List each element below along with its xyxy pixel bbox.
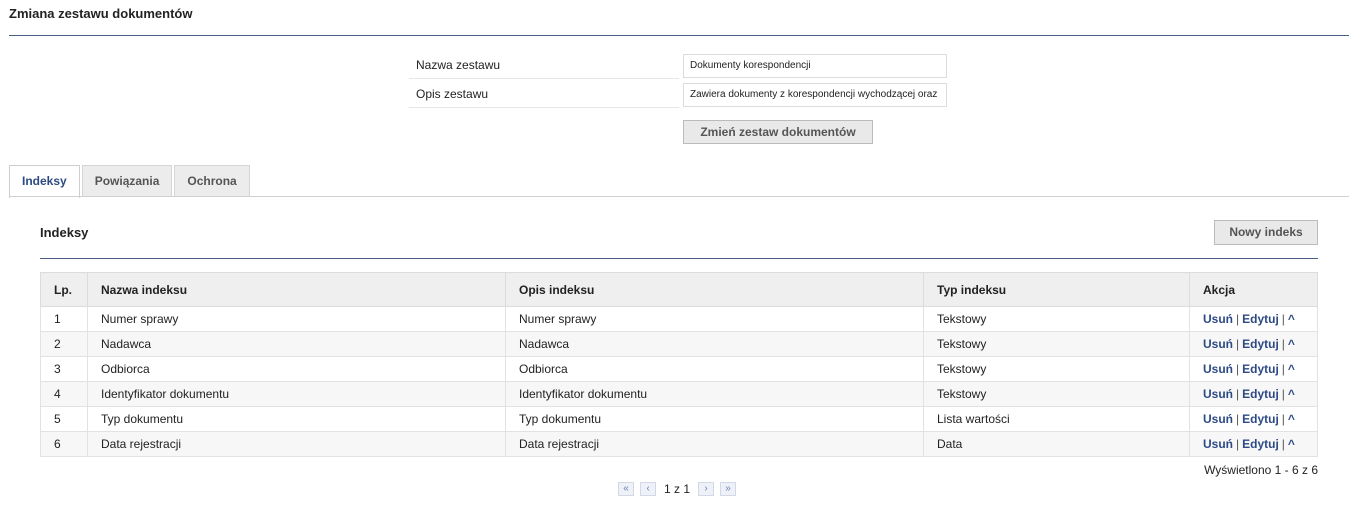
next-page-icon[interactable]: ›: [698, 482, 715, 496]
row-name: Nadawca: [87, 331, 506, 357]
table-row: 3 Odbiorca Odbiorca Tekstowy Usuń | Edytuj…: [40, 356, 1318, 382]
row-type: Tekstowy: [923, 381, 1190, 407]
move-up-link[interactable]: ^: [1288, 412, 1295, 426]
action-separator: |: [1281, 437, 1285, 451]
row-description: Odbiorca: [505, 356, 924, 382]
previous-page-icon[interactable]: ‹: [640, 482, 656, 496]
set-name-label: Nazwa zestawu: [409, 53, 679, 79]
row-type: Tekstowy: [923, 306, 1190, 332]
set-form: Nazwa zestawu Opis zestawu: [409, 53, 947, 108]
row-name: Numer sprawy: [87, 306, 506, 332]
set-name-input[interactable]: [683, 53, 947, 78]
row-name: Identyfikator dokumentu: [87, 381, 506, 407]
action-separator: |: [1281, 362, 1285, 376]
pagination: « ‹ 1 z 1 › »: [618, 482, 742, 496]
delete-link[interactable]: Usuń: [1203, 362, 1233, 376]
table-row: 6 Data rejestracji Data rejestracji Data…: [40, 431, 1318, 457]
action-separator: |: [1281, 387, 1285, 401]
tab-indexes[interactable]: Indeksy: [9, 165, 80, 198]
row-lp: 5: [40, 406, 88, 432]
move-up-link[interactable]: ^: [1288, 387, 1295, 401]
new-index-button[interactable]: Nowy indeks: [1214, 220, 1318, 245]
row-actions: Usuń | Edytuj | ^: [1189, 381, 1318, 407]
action-separator: |: [1236, 387, 1240, 401]
edit-link[interactable]: Edytuj: [1242, 337, 1279, 351]
row-lp: 4: [40, 381, 88, 407]
tabs-divider: [9, 196, 1349, 197]
row-lp: 1: [40, 306, 88, 332]
row-name: Odbiorca: [87, 356, 506, 382]
tab-protection[interactable]: Ochrona: [174, 165, 250, 197]
action-separator: |: [1236, 312, 1240, 326]
move-up-link[interactable]: ^: [1288, 362, 1295, 376]
table-row: 4 Identyfikator dokumentu Identyfikator …: [40, 381, 1318, 407]
row-actions: Usuń | Edytuj | ^: [1189, 406, 1318, 432]
table-row: 1 Numer sprawy Numer sprawy Tekstowy Usu…: [40, 306, 1318, 332]
row-description: Data rejestracji: [505, 431, 924, 457]
delete-link[interactable]: Usuń: [1203, 387, 1233, 401]
records-summary: Wyświetlono 1 - 6 z 6: [1204, 463, 1318, 477]
tab-relations[interactable]: Powiązania: [81, 165, 173, 197]
delete-link[interactable]: Usuń: [1203, 337, 1233, 351]
set-description-label: Opis zestawu: [409, 82, 679, 108]
row-description: Nadawca: [505, 331, 924, 357]
action-separator: |: [1281, 412, 1285, 426]
action-separator: |: [1236, 437, 1240, 451]
move-up-link[interactable]: ^: [1288, 337, 1295, 351]
row-type: Tekstowy: [923, 356, 1190, 382]
row-type: Tekstowy: [923, 331, 1190, 357]
last-page-icon[interactable]: »: [720, 482, 737, 496]
edit-link[interactable]: Edytuj: [1242, 312, 1279, 326]
delete-link[interactable]: Usuń: [1203, 312, 1233, 326]
action-separator: |: [1236, 362, 1240, 376]
title-divider: [9, 35, 1349, 36]
action-separator: |: [1281, 337, 1285, 351]
row-name: Typ dokumentu: [87, 406, 506, 432]
row-actions: Usuń | Edytuj | ^: [1189, 356, 1318, 382]
row-lp: 6: [40, 431, 88, 457]
row-actions: Usuń | Edytuj | ^: [1189, 331, 1318, 357]
action-separator: |: [1281, 312, 1285, 326]
column-header-lp[interactable]: Lp.: [40, 272, 88, 307]
move-up-link[interactable]: ^: [1288, 437, 1295, 451]
move-up-link[interactable]: ^: [1288, 312, 1295, 326]
row-actions: Usuń | Edytuj | ^: [1189, 431, 1318, 457]
column-header-type[interactable]: Typ indeksu: [923, 272, 1190, 307]
edit-link[interactable]: Edytuj: [1242, 412, 1279, 426]
section-divider: [40, 258, 1318, 259]
edit-link[interactable]: Edytuj: [1242, 387, 1279, 401]
row-name: Data rejestracji: [87, 431, 506, 457]
action-separator: |: [1236, 412, 1240, 426]
row-actions: Usuń | Edytuj | ^: [1189, 306, 1318, 332]
change-set-button[interactable]: Zmień zestaw dokumentów: [683, 120, 873, 144]
delete-link[interactable]: Usuń: [1203, 437, 1233, 451]
table-row: 2 Nadawca Nadawca Tekstowy Usuń | Edytuj | ^: [40, 331, 1318, 357]
row-type: Lista wartości: [923, 406, 1190, 432]
action-separator: |: [1236, 337, 1240, 351]
row-lp: 2: [40, 331, 88, 357]
page-title: Zmiana zestawu dokumentów: [9, 6, 193, 21]
section-title: Indeksy: [40, 225, 89, 240]
column-header-name[interactable]: Nazwa indeksu: [87, 272, 506, 307]
row-description: Identyfikator dokumentu: [505, 381, 924, 407]
edit-link[interactable]: Edytuj: [1242, 437, 1279, 451]
column-header-action: Akcja: [1189, 272, 1318, 307]
set-description-input[interactable]: [683, 82, 947, 107]
table-header-row: Lp. Nazwa indeksu Opis indeksu Typ indek…: [40, 272, 1318, 307]
row-description: Typ dokumentu: [505, 406, 924, 432]
page-indicator: 1 z 1: [664, 482, 691, 496]
row-description: Numer sprawy: [505, 306, 924, 332]
indexes-table: Lp. Nazwa indeksu Opis indeksu Typ indek…: [40, 272, 1318, 457]
edit-link[interactable]: Edytuj: [1242, 362, 1279, 376]
row-lp: 3: [40, 356, 88, 382]
table-row: 5 Typ dokumentu Typ dokumentu Lista wart…: [40, 406, 1318, 432]
column-header-description[interactable]: Opis indeksu: [505, 272, 924, 307]
tab-bar: Indeksy Powiązania Ochrona: [9, 165, 252, 198]
row-type: Data: [923, 431, 1190, 457]
first-page-icon[interactable]: «: [618, 482, 634, 496]
delete-link[interactable]: Usuń: [1203, 412, 1233, 426]
